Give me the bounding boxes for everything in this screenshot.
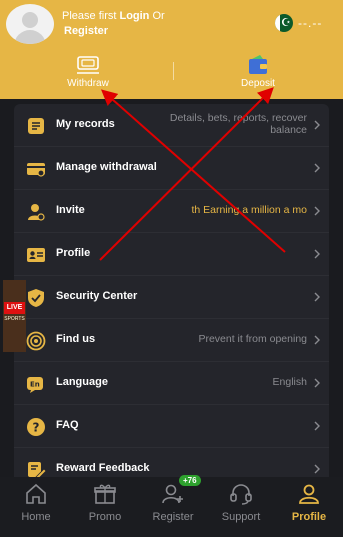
menu-item-value: English — [272, 376, 307, 388]
withdraw-label: Withdraw — [67, 78, 109, 89]
account-menu: My records Details, bets, reports, recov… — [14, 104, 329, 491]
tab-label: Promo — [88, 511, 122, 523]
menu-item-profile[interactable]: Profile — [14, 233, 329, 276]
chevron-right-icon — [314, 378, 320, 388]
records-value-line2: balance — [270, 124, 307, 136]
menu-item-value: Prevent it from opening — [198, 333, 307, 345]
invite-icon — [28, 204, 45, 221]
chevron-right-icon — [314, 249, 320, 259]
tab-register[interactable]: +76 Register — [139, 475, 207, 537]
invite-marquee: th Earning a million a mo — [191, 204, 307, 216]
home-icon — [26, 483, 46, 504]
menu-item-label: Profile — [56, 247, 91, 259]
gift-icon — [94, 484, 116, 504]
avatar[interactable] — [6, 4, 54, 44]
deposit-label: Deposit — [241, 78, 275, 89]
chevron-right-icon — [314, 120, 320, 130]
language-icon: En — [27, 377, 43, 393]
register-link[interactable]: Register — [64, 25, 108, 37]
tab-profile[interactable]: Profile — [275, 477, 343, 537]
tab-label: Home — [21, 511, 51, 523]
person-icon — [299, 484, 319, 504]
avatar-body-shape — [14, 30, 46, 44]
chevron-right-icon — [314, 464, 320, 474]
records-value-line1: Details, bets, reports, recover — [169, 112, 307, 124]
menu-item-label: Security Center — [56, 290, 138, 302]
headset-icon — [230, 484, 252, 505]
action-divider — [173, 62, 174, 80]
wallet-icon — [249, 55, 267, 74]
menu-item-label: My records — [56, 118, 115, 130]
menu-item-label: Find us — [56, 333, 96, 345]
tab-support[interactable]: Support — [207, 477, 275, 537]
login-or: Or — [149, 10, 165, 22]
menu-item-manage-withdrawal[interactable]: Manage withdrawal — [14, 147, 329, 190]
menu-item-label: Reward Feedback — [56, 462, 150, 474]
add-user-icon — [162, 484, 183, 504]
account-header: Please first Login Or Register ☪ --.-- W… — [0, 0, 343, 99]
chevron-right-icon — [314, 421, 320, 431]
svg-text:?: ? — [33, 421, 40, 435]
question-icon: ? — [27, 418, 45, 436]
id-card-icon — [27, 248, 45, 262]
login-prefix: Please first — [62, 10, 120, 22]
deposit-button[interactable]: Deposit — [218, 54, 298, 89]
menu-item-label: Manage withdrawal — [56, 161, 157, 173]
menu-item-language[interactable]: En Language English — [14, 362, 329, 405]
balance-value: --.-- — [298, 16, 323, 30]
tab-home[interactable]: Home — [2, 477, 70, 537]
menu-item-security-center[interactable]: Security Center — [14, 276, 329, 319]
menu-item-faq[interactable]: ? FAQ — [14, 405, 329, 448]
target-icon — [26, 331, 46, 351]
live-sub-label: SPORTS — [4, 316, 25, 322]
avatar-head-shape — [22, 12, 38, 28]
pakistan-flag-icon[interactable]: ☪ — [275, 14, 293, 32]
tab-label: Support — [221, 511, 261, 523]
menu-item-find-us[interactable]: Find us Prevent it from opening — [14, 319, 329, 362]
menu-item-invite[interactable]: Invite th Earning a million a mo — [14, 190, 329, 233]
live-badge: LIVE — [4, 302, 25, 314]
chevron-right-icon — [314, 292, 320, 302]
chevron-right-icon — [314, 206, 320, 216]
withdraw-button[interactable]: Withdraw — [48, 54, 128, 89]
register-bonus-badge: +76 — [179, 475, 201, 486]
menu-item-label: FAQ — [56, 419, 79, 431]
shield-icon — [28, 289, 44, 307]
menu-item-value: Details, bets, reports, recover balance — [170, 112, 307, 136]
login-link[interactable]: Login — [119, 10, 149, 22]
chevron-right-icon — [314, 163, 320, 173]
tab-promo[interactable]: Promo — [71, 477, 139, 537]
menu-item-my-records[interactable]: My records Details, bets, reports, recov… — [14, 104, 329, 147]
records-icon — [28, 118, 44, 134]
tab-label: Register — [152, 511, 194, 523]
bottom-tab-bar: Home Promo +76 Register Support Profile — [0, 475, 343, 537]
chevron-right-icon — [314, 335, 320, 345]
menu-item-label: Language — [56, 376, 108, 388]
withdraw-icon — [77, 56, 99, 74]
card-icon — [27, 163, 45, 177]
login-prompt: Please first Login Or — [62, 10, 165, 22]
live-sports-banner[interactable]: LIVE SPORTS — [3, 280, 26, 352]
svg-text:En: En — [30, 381, 40, 389]
tab-label: Profile — [291, 511, 327, 523]
menu-item-label: Invite — [56, 204, 85, 216]
